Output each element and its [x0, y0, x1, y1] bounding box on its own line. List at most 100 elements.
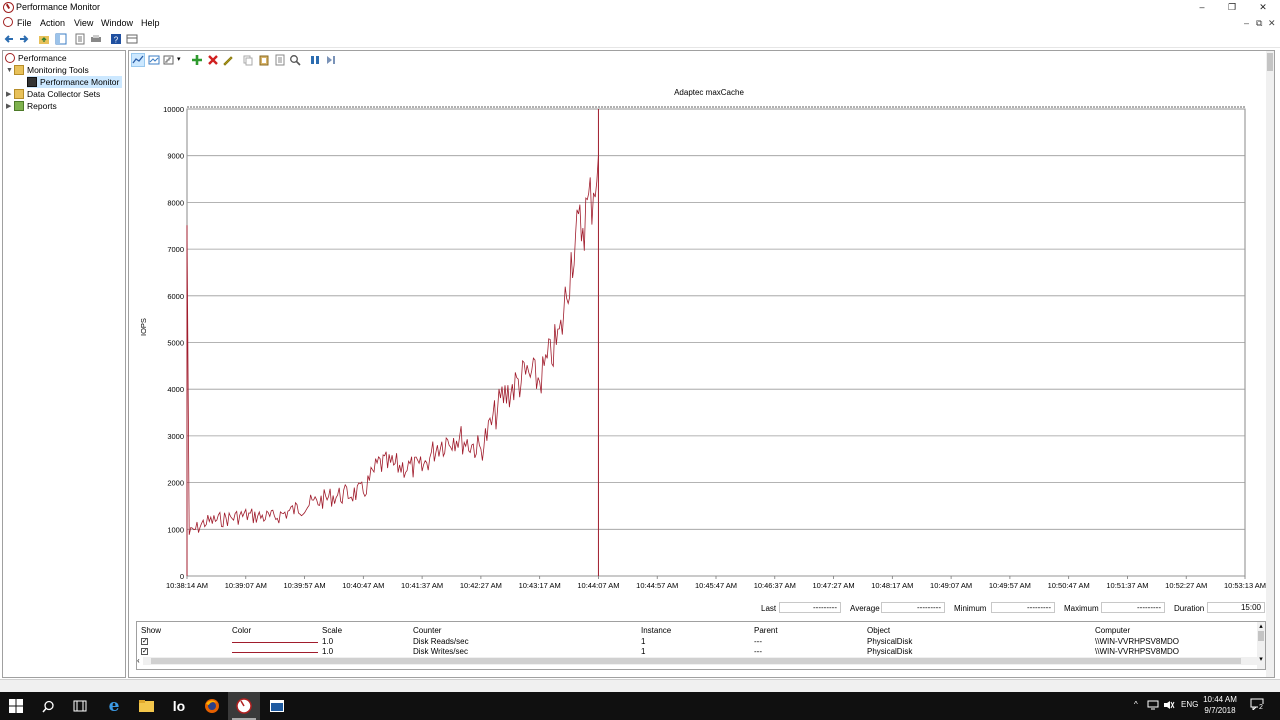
show-checkbox[interactable]: ✓	[141, 648, 148, 655]
y-tick-label: 9000	[167, 152, 184, 161]
export-icon[interactable]	[90, 33, 102, 45]
scale-cell: 1.0	[322, 647, 334, 656]
document-icon[interactable]	[3, 17, 13, 27]
firefox-taskbar-app[interactable]	[196, 692, 228, 720]
scale-cell: 1.0	[322, 637, 334, 646]
file-explorer-taskbar-app[interactable]	[130, 692, 162, 720]
tree-item-label: Monitoring Tools	[27, 65, 89, 75]
last-label: Last	[761, 604, 777, 613]
notifications-button[interactable]: 2	[1250, 698, 1266, 712]
x-tick-label: 10:40:47 AM	[342, 581, 384, 590]
task-view-icon	[73, 700, 87, 712]
y-tick-label: 4000	[167, 385, 184, 394]
up-folder-icon[interactable]	[38, 33, 50, 45]
y-tick-label: 0	[180, 572, 184, 581]
close-button[interactable]: ✕	[1248, 0, 1278, 15]
column-header-object[interactable]: Object	[867, 626, 890, 635]
menu-window[interactable]: Window	[101, 18, 133, 28]
column-header-scale[interactable]: Scale	[322, 626, 342, 635]
lo-taskbar-app[interactable]: lo	[163, 692, 195, 720]
column-header-counter[interactable]: Counter	[413, 626, 441, 635]
counter-cell: Disk Reads/sec	[413, 637, 469, 646]
edge-taskbar-app[interactable]: e	[98, 692, 130, 720]
start-button[interactable]	[0, 692, 32, 720]
clock[interactable]: 10:44 AM 9/7/2018	[1198, 694, 1242, 716]
x-tick-label: 10:39:07 AM	[225, 581, 267, 590]
chevron-right-icon[interactable]: ▶	[6, 102, 14, 110]
y-tick-label: 7000	[167, 245, 184, 254]
task-view-button[interactable]	[64, 692, 96, 720]
menu-help[interactable]: Help	[141, 18, 160, 28]
volume-icon[interactable]	[1163, 700, 1175, 710]
x-tick-label: 10:44:07 AM	[577, 581, 619, 590]
scroll-up-icon[interactable]: ▴	[1257, 622, 1265, 630]
average-value: ---------	[881, 602, 945, 613]
network-icon[interactable]	[1147, 700, 1159, 710]
maximize-button[interactable]: ❐	[1217, 0, 1247, 15]
maximum-value: ---------	[1101, 602, 1165, 613]
properties-icon[interactable]	[74, 33, 86, 45]
tree-item-label: Data Collector Sets	[27, 89, 101, 99]
back-icon[interactable]	[3, 33, 15, 45]
help-icon[interactable]: ?	[110, 33, 122, 45]
tree-item-data-collector-sets[interactable]: ▶ Data Collector Sets	[6, 88, 100, 100]
title-bar: Performance Monitor – ❐ ✕	[0, 0, 1280, 15]
forward-icon[interactable]	[18, 33, 30, 45]
chevron-down-icon[interactable]: ▼	[6, 67, 14, 74]
legend-horizontal-scrollbar[interactable]: ‹ ›	[137, 656, 1269, 665]
clock-time: 10:44 AM	[1203, 695, 1237, 704]
x-tick-label: 10:45:47 AM	[695, 581, 737, 590]
x-tick-label: 10:46:37 AM	[754, 581, 796, 590]
show-checkbox[interactable]: ✓	[141, 638, 148, 645]
main-vertical-scrollbar[interactable]	[1266, 51, 1274, 677]
tree-item-reports[interactable]: ▶ Reports	[6, 100, 57, 112]
menu-action[interactable]: Action	[40, 18, 65, 28]
tree-item-monitoring-tools[interactable]: ▼ Monitoring Tools	[6, 64, 89, 76]
y-tick-label: 3000	[167, 432, 184, 441]
y-tick-label: 2000	[167, 479, 184, 488]
line-chart[interactable]: 0 1000 2000 3000 4000 5000 6000 7000 8000 9000 100…	[129, 51, 1269, 596]
scroll-left-icon[interactable]: ‹	[137, 656, 140, 665]
minimize-button[interactable]: –	[1187, 0, 1217, 15]
y-tick-label: 1000	[167, 525, 184, 534]
monitor-chart-icon	[27, 77, 37, 87]
duration-value: 15:00	[1207, 602, 1265, 613]
menu-view[interactable]: View	[74, 18, 93, 28]
clock-date: 9/7/2018	[1204, 706, 1236, 715]
legend-vertical-scrollbar[interactable]: ▴ ▾	[1257, 622, 1265, 669]
show-hidden-icons[interactable]: ^	[1134, 700, 1138, 709]
view-icon[interactable]	[126, 33, 138, 45]
column-header-color[interactable]: Color	[232, 626, 251, 635]
performance-monitor-icon	[236, 698, 252, 714]
mdi-minimize-button[interactable]: –	[1244, 18, 1249, 28]
scrollbar-thumb[interactable]	[1258, 631, 1264, 641]
last-value: ---------	[779, 602, 841, 613]
svg-text:?: ?	[114, 36, 119, 45]
scroll-down-icon[interactable]: ▾	[1257, 655, 1265, 663]
column-header-parent[interactable]: Parent	[754, 626, 778, 635]
minimum-label: Minimum	[954, 604, 987, 613]
menu-file[interactable]: File	[17, 18, 32, 28]
tree-item-performance[interactable]: Performance	[5, 52, 67, 64]
chevron-right-icon[interactable]: ▶	[6, 90, 14, 98]
column-header-computer[interactable]: Computer	[1095, 626, 1130, 635]
scrollbar-thumb[interactable]	[151, 658, 1241, 664]
data-collector-icon	[14, 89, 24, 99]
firefox-icon	[205, 699, 219, 713]
scrollbar-thumb[interactable]	[1267, 53, 1273, 71]
performance-monitor-taskbar-app[interactable]	[228, 692, 260, 720]
parent-cell: ---	[754, 647, 762, 656]
search-button[interactable]	[32, 692, 64, 720]
column-header-show[interactable]: Show	[141, 626, 161, 635]
x-tick-label: 10:38:14 AM	[166, 581, 208, 590]
tree-item-performance-monitor[interactable]: Performance Monitor	[27, 76, 123, 88]
mdi-close-button[interactable]: ✕	[1268, 18, 1276, 29]
tree-item-label: Reports	[27, 101, 57, 111]
app-taskbar-app[interactable]	[261, 692, 293, 720]
language-indicator[interactable]: ENG	[1181, 700, 1198, 709]
instance-cell: 1	[641, 637, 646, 646]
column-header-instance[interactable]: Instance	[641, 626, 671, 635]
show-hide-tree-icon[interactable]	[55, 33, 67, 45]
mdi-restore-button[interactable]: ⧉	[1256, 18, 1262, 29]
window-icon	[270, 700, 284, 712]
